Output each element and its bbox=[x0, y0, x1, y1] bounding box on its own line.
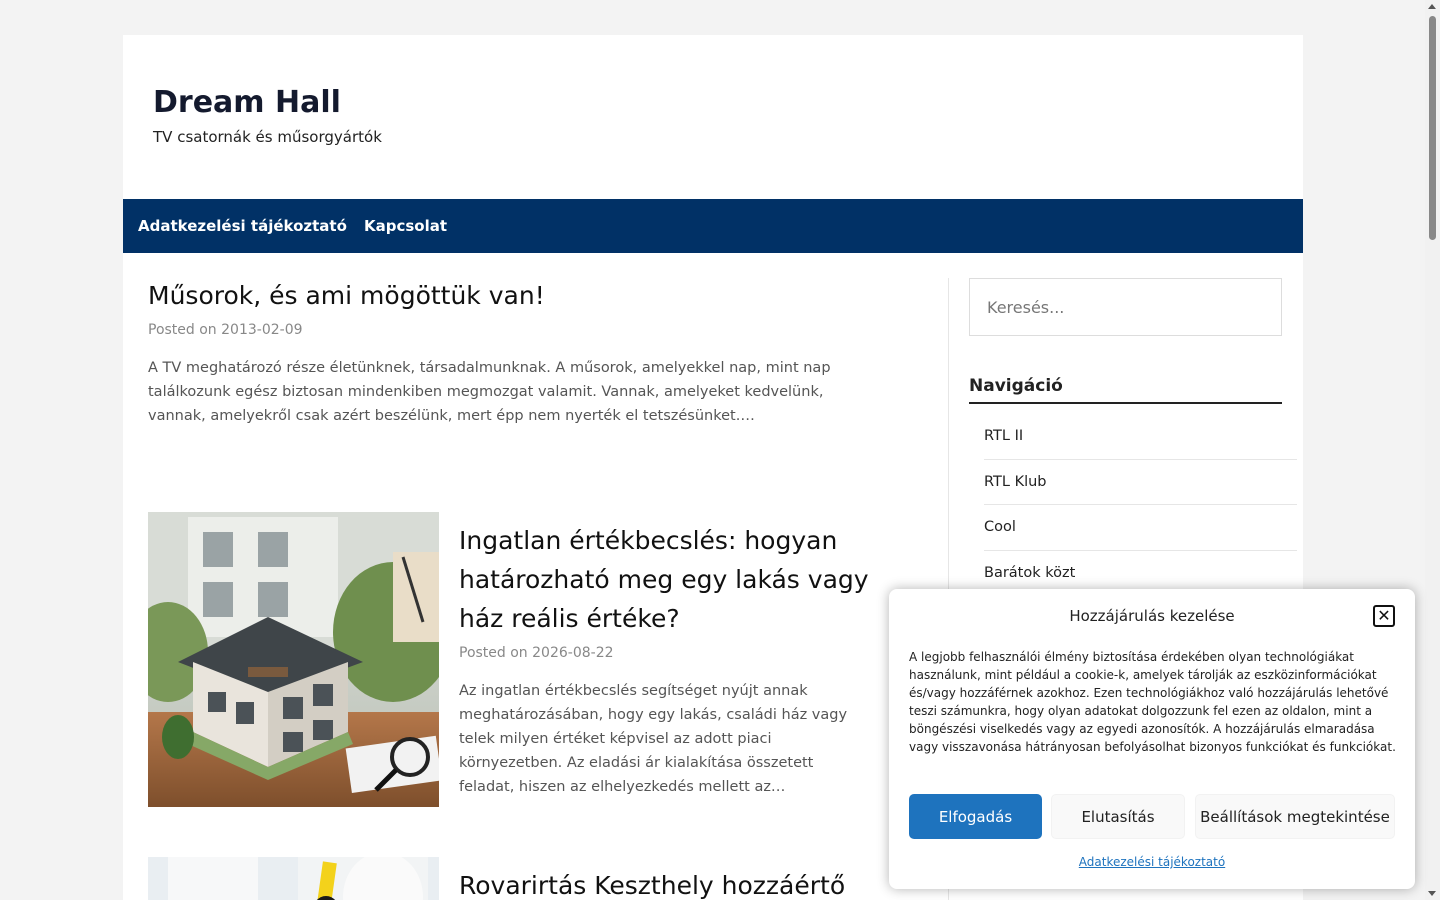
post-date[interactable]: 2026-08-22 bbox=[532, 645, 613, 661]
site-title[interactable]: Dream Hall bbox=[153, 85, 341, 120]
main-navigation: Adatkezelési tájékoztató Kapcsolat bbox=[123, 199, 1303, 253]
post-thumbnail-house[interactable] bbox=[148, 512, 439, 807]
deny-button[interactable]: Elutasítás bbox=[1051, 794, 1185, 839]
pest-control-image bbox=[148, 857, 439, 900]
post-thumbnail-pest-control[interactable] bbox=[148, 857, 439, 900]
page-scrollbar[interactable] bbox=[1425, 0, 1440, 900]
close-icon[interactable]: ✕ bbox=[1373, 605, 1395, 627]
post-meta: Posted on 2013-02-09 bbox=[148, 322, 303, 338]
sidebar-nav-list: RTL II RTL Klub Cool Barátok közt bbox=[984, 414, 1297, 597]
post-title[interactable]: Műsorok, és ami mögöttük van! bbox=[148, 281, 545, 310]
consent-text: A legjobb felhasználói élmény biztosítás… bbox=[909, 650, 1396, 754]
post-title[interactable]: Rovarirtás Keszthely hozzáértő szakember… bbox=[459, 866, 879, 900]
scroll-down-arrow-icon[interactable] bbox=[1428, 891, 1436, 896]
sidebar-item-rtl-ii[interactable]: RTL II bbox=[984, 414, 1297, 460]
consent-title: Hozzájárulás kezelése bbox=[1069, 607, 1235, 625]
post-date[interactable]: 2013-02-09 bbox=[221, 322, 302, 338]
nav-item-privacy-policy[interactable]: Adatkezelési tájékoztató bbox=[138, 217, 347, 235]
widget-title-navigation: Navigáció bbox=[969, 376, 1282, 404]
scrollbar-thumb[interactable] bbox=[1429, 16, 1436, 240]
scroll-up-arrow-icon[interactable] bbox=[1428, 4, 1436, 9]
nav-item-contact[interactable]: Kapcsolat bbox=[364, 217, 447, 235]
site-header: Dream Hall TV csatornák és műsorgyártók bbox=[123, 35, 1303, 199]
cookie-consent-dialog: Hozzájárulás kezelése ✕ A legjobb felhas… bbox=[889, 589, 1415, 889]
posted-prefix: Posted on bbox=[459, 645, 528, 661]
post-excerpt: A TV meghatározó része életünknek, társa… bbox=[148, 360, 831, 424]
accept-button[interactable]: Elfogadás bbox=[909, 794, 1042, 839]
privacy-policy-link[interactable]: Adatkezelési tájékoztató bbox=[889, 855, 1415, 869]
posted-prefix: Posted on bbox=[148, 322, 217, 338]
sidebar-item-cool[interactable]: Cool bbox=[984, 505, 1297, 551]
search-input[interactable] bbox=[969, 278, 1282, 336]
sidebar-item-rtl-klub[interactable]: RTL Klub bbox=[984, 460, 1297, 506]
site-description: TV csatornák és műsorgyártók bbox=[153, 128, 382, 146]
post-excerpt: Az ingatlan értékbecslés segítséget nyúj… bbox=[459, 683, 848, 795]
house-model-image bbox=[148, 512, 439, 807]
post-title[interactable]: Ingatlan értékbecslés: hogyan határozhat… bbox=[459, 521, 879, 638]
view-settings-button[interactable]: Beállítások megtekintése bbox=[1195, 794, 1395, 839]
sidebar: Navigáció RTL II RTL Klub Cool Barátok k… bbox=[969, 278, 1299, 597]
post-meta: Posted on 2026-08-22 bbox=[459, 645, 614, 661]
